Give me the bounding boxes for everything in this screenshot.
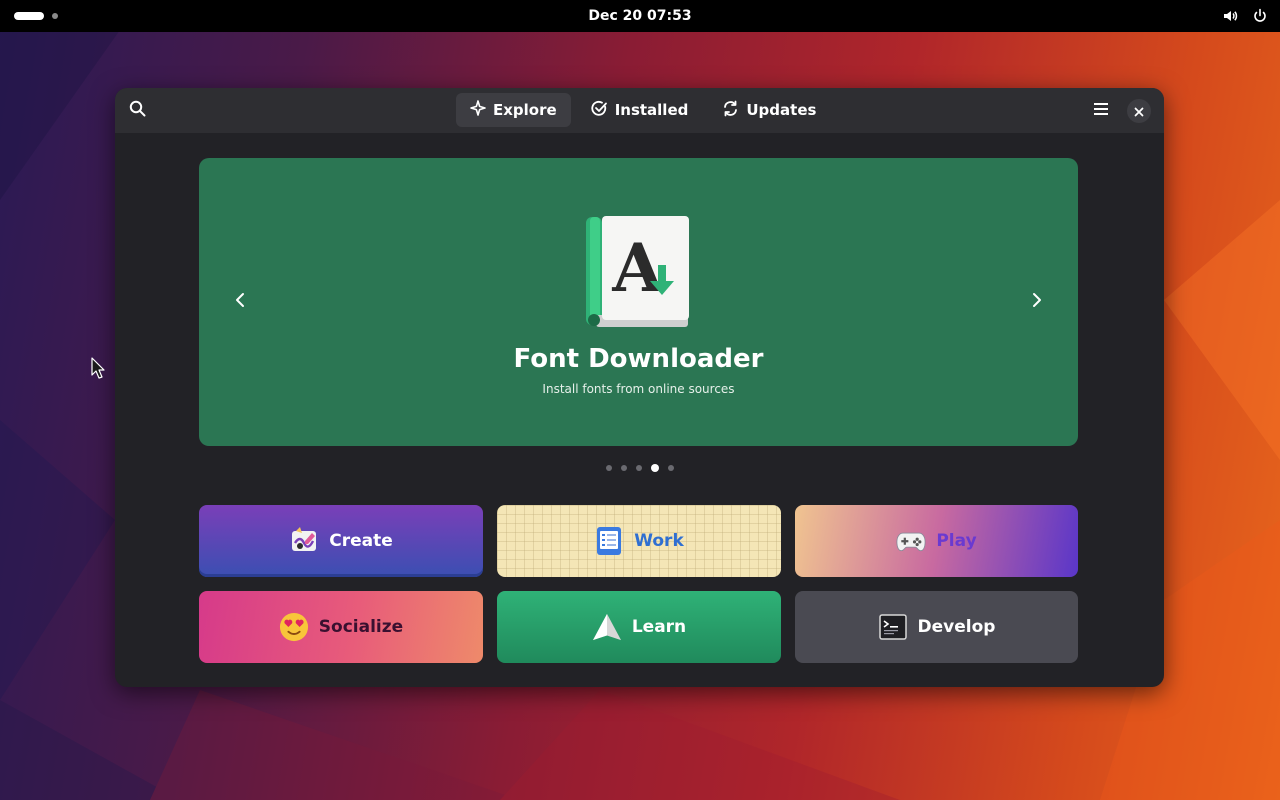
svg-text:A: A bbox=[611, 229, 664, 307]
category-play[interactable]: Play bbox=[795, 505, 1078, 577]
featured-carousel[interactable]: A Font Downloader Install fonts from onl… bbox=[199, 158, 1078, 446]
activities-indicator[interactable] bbox=[14, 12, 58, 20]
system-tray[interactable] bbox=[1222, 8, 1268, 24]
category-label: Create bbox=[329, 531, 393, 551]
close-button[interactable] bbox=[1127, 99, 1151, 123]
refresh-icon bbox=[722, 100, 739, 121]
category-work[interactable]: Work bbox=[497, 505, 781, 577]
chevron-right-icon bbox=[1031, 292, 1043, 312]
clock[interactable]: Dec 20 07:53 bbox=[588, 8, 691, 24]
category-develop[interactable]: Develop bbox=[795, 591, 1078, 663]
tab-label: Installed bbox=[614, 101, 689, 119]
view-switcher: Explore Installed Updates bbox=[456, 93, 830, 127]
volume-icon[interactable] bbox=[1222, 8, 1238, 24]
carousel-dot[interactable] bbox=[606, 465, 612, 471]
carousel-next-button[interactable] bbox=[1017, 282, 1057, 322]
terminal-icon bbox=[878, 612, 908, 642]
carousel-dot-active[interactable] bbox=[651, 464, 659, 472]
tab-explore[interactable]: Explore bbox=[456, 93, 571, 127]
check-circle-icon bbox=[591, 100, 608, 121]
category-label: Learn bbox=[631, 617, 687, 637]
work-icon bbox=[594, 526, 624, 556]
paper-plane-icon bbox=[592, 612, 622, 642]
search-icon bbox=[129, 100, 146, 121]
carousel-previous-button[interactable] bbox=[220, 282, 260, 322]
tab-label: Explore bbox=[493, 101, 557, 119]
workspace-dot[interactable] bbox=[52, 13, 58, 19]
header-bar: Explore Installed Updates bbox=[115, 88, 1164, 133]
software-window: Explore Installed Updates A Font Downloa… bbox=[115, 88, 1164, 687]
tab-label: Updates bbox=[746, 101, 817, 119]
chevron-left-icon bbox=[234, 292, 246, 312]
carousel-dot[interactable] bbox=[621, 465, 627, 471]
power-icon[interactable] bbox=[1252, 8, 1268, 24]
heart-eyes-emoji-icon bbox=[279, 612, 309, 642]
featured-app-description: Install fonts from online sources bbox=[542, 382, 735, 396]
mouse-pointer-icon bbox=[91, 357, 105, 383]
carousel-dot[interactable] bbox=[668, 465, 674, 471]
carousel-indicator bbox=[606, 464, 674, 472]
category-label: Work bbox=[634, 531, 684, 551]
sparkle-icon bbox=[470, 100, 486, 120]
search-button[interactable] bbox=[120, 93, 154, 127]
create-icon bbox=[289, 526, 319, 556]
category-socialize[interactable]: Socialize bbox=[199, 591, 483, 663]
main-menu-button[interactable] bbox=[1084, 93, 1118, 127]
category-label: Socialize bbox=[318, 617, 404, 637]
category-create[interactable]: Create bbox=[199, 505, 483, 577]
category-label: Develop bbox=[917, 617, 996, 637]
close-icon bbox=[1134, 102, 1144, 121]
tab-installed[interactable]: Installed bbox=[577, 93, 703, 127]
hamburger-icon bbox=[1093, 101, 1109, 120]
gamepad-icon bbox=[896, 526, 926, 556]
font-downloader-app-icon: A bbox=[584, 215, 694, 334]
top-bar: Dec 20 07:53 bbox=[0, 0, 1280, 32]
category-learn[interactable]: Learn bbox=[497, 591, 781, 663]
tab-updates[interactable]: Updates bbox=[708, 93, 830, 127]
workspace-pill[interactable] bbox=[14, 12, 44, 20]
featured-app-title: Font Downloader bbox=[513, 344, 764, 374]
category-label: Play bbox=[936, 531, 977, 551]
carousel-dot[interactable] bbox=[636, 465, 642, 471]
